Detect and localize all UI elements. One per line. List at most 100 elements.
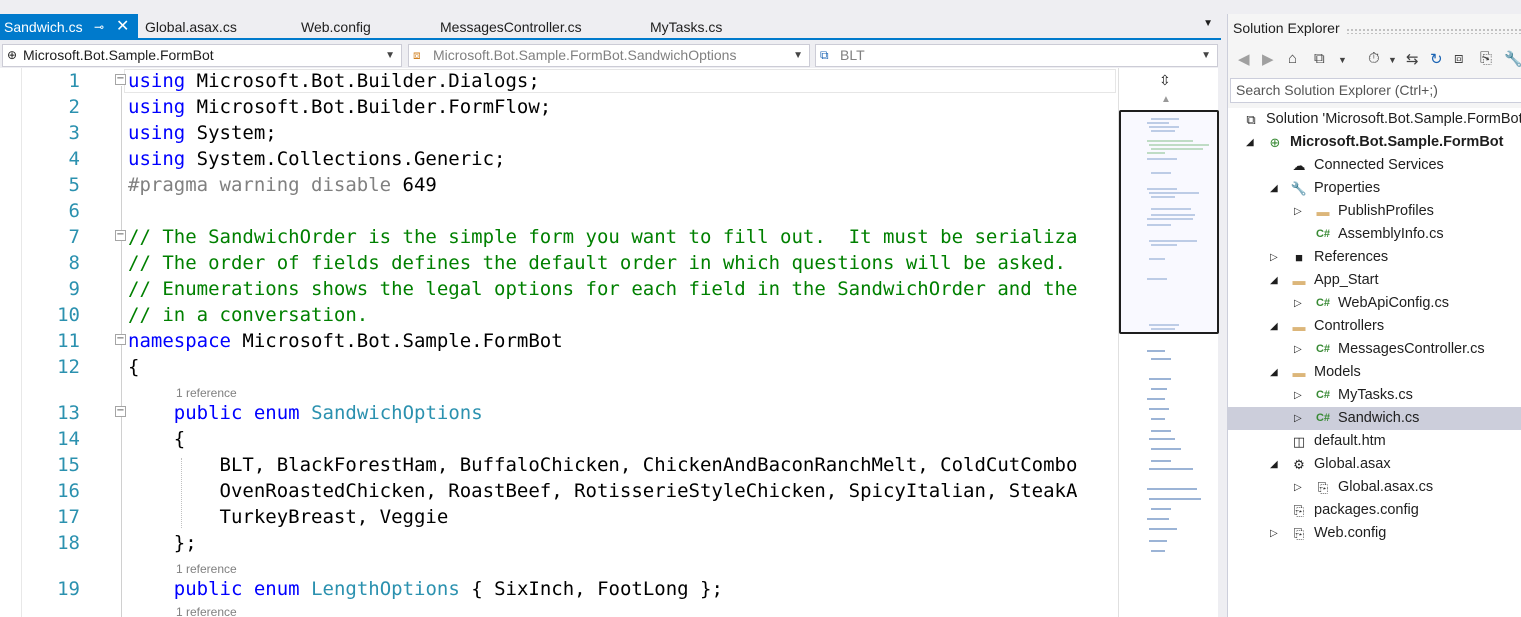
collapsed-arrow-icon[interactable]: ▷ bbox=[1294, 338, 1302, 361]
code-line[interactable]: 16 OvenRoastedChicken, RoastBeef, Rotiss… bbox=[0, 478, 1118, 504]
sync-icon[interactable]: ⇆ bbox=[1406, 50, 1419, 68]
pin-icon[interactable]: ⊸ bbox=[94, 14, 104, 40]
search-input[interactable]: Search Solution Explorer (Ctrl+;) bbox=[1230, 78, 1521, 103]
code-text: using System; bbox=[128, 120, 277, 146]
collapsed-arrow-icon[interactable]: ▷ bbox=[1294, 200, 1302, 223]
code-line[interactable]: 10 // in a conversation. bbox=[0, 302, 1118, 328]
tree-item[interactable]: ◢ ⊕ Microsoft.Bot.Sample.FormBot bbox=[1228, 131, 1521, 154]
collapsed-arrow-icon[interactable]: ▷ bbox=[1294, 476, 1302, 499]
collapse-outline-icon[interactable]: − bbox=[115, 230, 126, 241]
code-line[interactable]: 17 TurkeyBreast, Veggie bbox=[0, 504, 1118, 530]
scroll-up-icon[interactable]: ▲ bbox=[1161, 94, 1171, 105]
switch-views-icon[interactable]: ⧉ bbox=[1314, 50, 1325, 67]
tab-overflow-dropdown-icon[interactable]: ▼ bbox=[1203, 18, 1213, 29]
tree-item[interactable]: ☁ Connected Services bbox=[1228, 154, 1521, 177]
code-line[interactable]: 12 { bbox=[0, 354, 1118, 380]
collapsed-arrow-icon[interactable]: ▷ bbox=[1294, 384, 1302, 407]
code-line[interactable]: 19 public enum LengthOptions { SixInch, … bbox=[0, 576, 1118, 602]
code-line[interactable]: 14 { bbox=[0, 426, 1118, 452]
tree-item[interactable]: ⧉ Solution 'Microsoft.Bot.Sample.FormBot bbox=[1228, 108, 1521, 131]
code-line[interactable]: 11 − namespace Microsoft.Bot.Sample.FormBo… bbox=[0, 328, 1118, 354]
codelens-references[interactable]: 1 reference bbox=[176, 603, 237, 617]
tree-item[interactable]: ⎘ packages.config bbox=[1228, 499, 1521, 522]
tree-item[interactable]: ▷ C# MyTasks.cs bbox=[1228, 384, 1521, 407]
chevron-down-icon[interactable]: ▼ bbox=[1338, 55, 1347, 65]
project-dropdown[interactable]: ⊕ Microsoft.Bot.Sample.FormBot ▼ bbox=[2, 44, 402, 67]
back-icon[interactable]: ◀ bbox=[1238, 50, 1250, 68]
chevron-down-icon[interactable]: ▼ bbox=[1388, 55, 1397, 65]
folder-icon: ▬ bbox=[1316, 204, 1330, 219]
code-line[interactable]: 7 −// The SandwichOrder is the simple for… bbox=[0, 224, 1118, 250]
tree-item[interactable]: ◫ default.htm bbox=[1228, 430, 1521, 453]
minimap-viewport[interactable] bbox=[1119, 110, 1219, 334]
tree-item[interactable]: ▷ ⎘ Web.config bbox=[1228, 522, 1521, 545]
code-line[interactable]: 18 }; bbox=[0, 530, 1118, 556]
tree-item[interactable]: C# AssemblyInfo.cs bbox=[1228, 223, 1521, 246]
minimap-scrollbar[interactable]: ⇳ ▲ bbox=[1118, 68, 1219, 617]
keyword-token: using bbox=[128, 122, 186, 144]
split-editor-icon[interactable]: ⇳ bbox=[1159, 72, 1171, 89]
tab-sandwich-cs[interactable]: Sandwich.cs ⊸ ✕ bbox=[0, 14, 138, 40]
tab-label: Web.config bbox=[301, 19, 371, 35]
collapsed-arrow-icon[interactable]: ▷ bbox=[1270, 522, 1278, 545]
tree-item[interactable]: ◢ ⚙ Global.asax bbox=[1228, 453, 1521, 476]
collapse-outline-icon[interactable]: − bbox=[115, 74, 126, 85]
code-line[interactable]: 1 − using Microsoft.Bot.Builder.Dialogs; bbox=[0, 68, 1118, 94]
show-all-files-icon[interactable]: ⎘ bbox=[1480, 50, 1492, 67]
expanded-arrow-icon[interactable]: ◢ bbox=[1270, 315, 1278, 338]
expanded-arrow-icon[interactable]: ◢ bbox=[1270, 453, 1278, 476]
type-dropdown[interactable]: ⧈ Microsoft.Bot.Sample.FormBot.SandwichO… bbox=[408, 44, 810, 67]
line-number: 15 bbox=[57, 454, 80, 476]
html-file-icon: ◫ bbox=[1292, 434, 1306, 449]
tree-item[interactable]: ◢ ▬ Controllers bbox=[1228, 315, 1521, 338]
code-line[interactable]: 5 #pragma warning disable 649 bbox=[0, 172, 1118, 198]
collapse-all-icon[interactable]: ⧈ bbox=[1454, 50, 1464, 67]
tree-item[interactable]: ▷ ■ References bbox=[1228, 246, 1521, 269]
comment-token: // in a conversation. bbox=[128, 304, 369, 326]
pending-changes-icon[interactable]: ⏱ bbox=[1368, 50, 1380, 67]
code-line[interactable]: 9 // Enumerations shows the legal options… bbox=[0, 276, 1118, 302]
code-line[interactable]: 4 using System.Collections.Generic; bbox=[0, 146, 1118, 172]
tree-item[interactable]: ◢ ▬ App_Start bbox=[1228, 269, 1521, 292]
properties-icon[interactable]: 🔧 bbox=[1504, 50, 1521, 68]
refresh-icon[interactable]: ↻ bbox=[1430, 50, 1443, 68]
member-dropdown[interactable]: ⧉ BLT ▼ bbox=[815, 44, 1218, 67]
tree-item[interactable]: ◢ ▬ Models bbox=[1228, 361, 1521, 384]
code-text: public enum SandwichOptions bbox=[128, 400, 483, 426]
code-line[interactable]: 6 bbox=[0, 198, 1118, 224]
collapse-outline-icon[interactable]: − bbox=[115, 406, 126, 417]
tab-messages-controller-cs[interactable]: MessagesController.cs bbox=[440, 14, 582, 40]
code-line[interactable]: 2 using Microsoft.Bot.Builder.FormFlow; bbox=[0, 94, 1118, 120]
tree-item[interactable]: ▷ ⎘ Global.asax.cs bbox=[1228, 476, 1521, 499]
tab-mytasks-cs[interactable]: MyTasks.cs bbox=[650, 14, 722, 40]
forward-icon[interactable]: ▶ bbox=[1262, 50, 1274, 68]
code-line[interactable]: 13 − public enum SandwichOptions bbox=[0, 400, 1118, 426]
tab-web-config[interactable]: Web.config bbox=[301, 14, 371, 40]
references-icon: ■ bbox=[1295, 250, 1303, 265]
collapse-outline-icon[interactable]: − bbox=[115, 334, 126, 345]
expanded-arrow-icon[interactable]: ◢ bbox=[1246, 131, 1254, 154]
home-icon[interactable]: ⌂ bbox=[1288, 50, 1297, 67]
code-line[interactable]: 8 // The order of fields defines the defa… bbox=[0, 250, 1118, 276]
expanded-arrow-icon[interactable]: ◢ bbox=[1270, 177, 1278, 200]
expanded-arrow-icon[interactable]: ◢ bbox=[1270, 361, 1278, 384]
tree-item[interactable]: ▷ C# MessagesController.cs bbox=[1228, 338, 1521, 361]
collapsed-arrow-icon[interactable]: ▷ bbox=[1294, 407, 1302, 430]
tree-item[interactable]: ▷ C# WebApiConfig.cs bbox=[1228, 292, 1521, 315]
collapsed-arrow-icon[interactable]: ▷ bbox=[1294, 292, 1302, 315]
tab-global-asax-cs[interactable]: Global.asax.cs bbox=[145, 14, 237, 40]
keyword-token: namespace bbox=[128, 330, 231, 352]
line-number: 16 bbox=[57, 480, 80, 502]
panel-drag-grip[interactable] bbox=[1346, 28, 1521, 34]
tree-item[interactable]: ▷ C# Sandwich.cs bbox=[1228, 407, 1521, 430]
tree-item[interactable]: ▷ ▬ PublishProfiles bbox=[1228, 200, 1521, 223]
type-token: SandwichOptions bbox=[311, 402, 483, 424]
code-editor[interactable]: 1− using Microsoft.Bot.Builder.Dialogs; 2 u… bbox=[0, 68, 1118, 617]
expanded-arrow-icon[interactable]: ◢ bbox=[1270, 269, 1278, 292]
collapsed-arrow-icon[interactable]: ▷ bbox=[1270, 246, 1278, 269]
close-icon[interactable]: ✕ bbox=[116, 14, 129, 40]
tree-item[interactable]: ◢ 🔧 Properties bbox=[1228, 177, 1521, 200]
text-token: Microsoft.Bot.Builder.Dialogs; bbox=[185, 70, 540, 92]
code-line[interactable]: 3 using System; bbox=[0, 120, 1118, 146]
code-line[interactable]: 15 BLT, BlackForestHam, BuffaloChicken, … bbox=[0, 452, 1118, 478]
